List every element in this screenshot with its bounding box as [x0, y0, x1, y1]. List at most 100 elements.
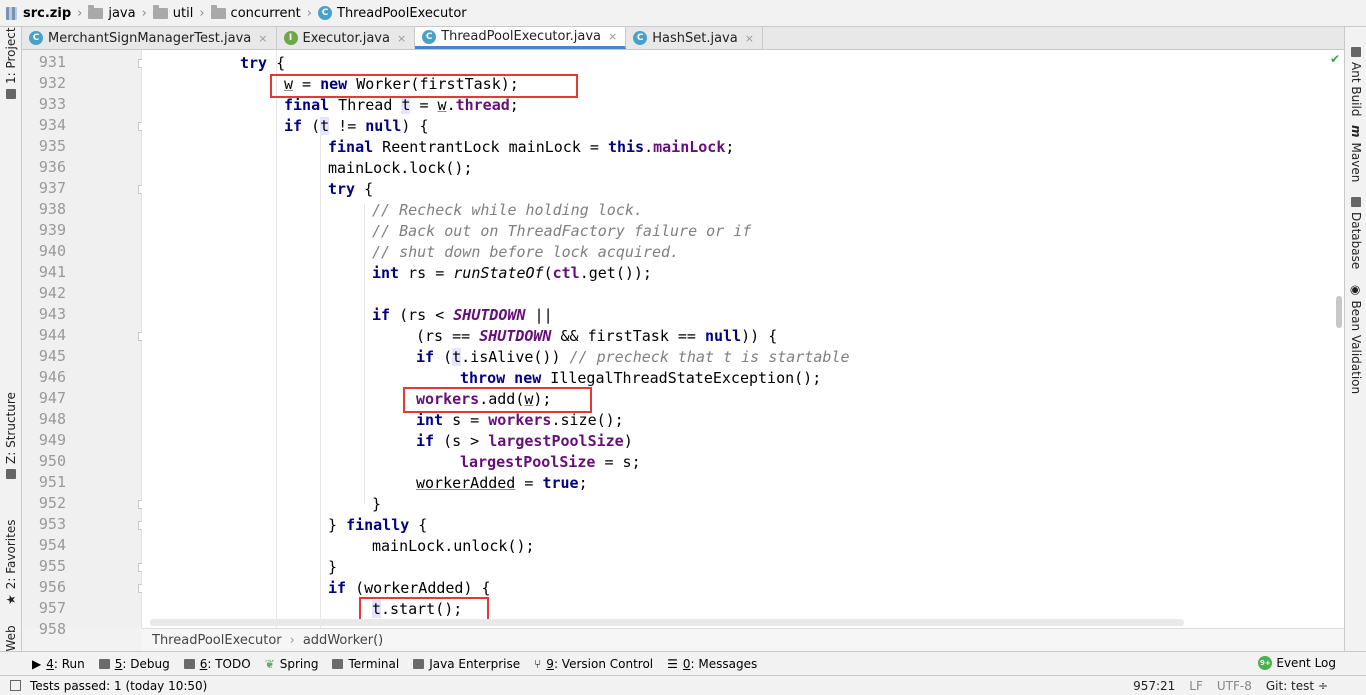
close-icon[interactable]: ×	[745, 32, 754, 45]
nav-crumb-class[interactable]: C ThreadPoolExecutor	[318, 6, 467, 21]
folder-icon	[210, 4, 226, 19]
file-encoding[interactable]: UTF-8	[1217, 679, 1252, 693]
chevron-right-icon: ›	[77, 5, 83, 21]
database-icon	[1351, 197, 1361, 207]
line-number: 949	[38, 431, 66, 449]
left-tool-strip: 1: Project Z: Structure ★2: Favorites ◎W…	[0, 27, 22, 667]
line-number: 938	[38, 200, 66, 218]
line-number: 931	[38, 53, 66, 71]
spring-icon: ❦	[264, 656, 275, 671]
version-control-icon: ⑂	[534, 656, 542, 671]
class-icon: C	[29, 31, 43, 45]
ide-window: src.zip › java › util › concurrent › C Thread…	[0, 0, 1366, 695]
java-enterprise-icon	[413, 658, 425, 669]
code-line-948: int s = workers.size();	[416, 411, 624, 429]
line-number: 955	[38, 557, 66, 575]
code-line-954: mainLock.unlock();	[372, 537, 535, 555]
toolwindow-messages[interactable]: ☰ 0: Messages	[667, 657, 757, 671]
nav-crumb-util[interactable]: util	[152, 4, 193, 21]
line-separator[interactable]: LF	[1189, 679, 1203, 693]
navigation-bar: src.zip › java › util › concurrent › C Thread…	[0, 0, 1366, 27]
toolwindow-run[interactable]: ▶ 4: Run	[32, 657, 85, 671]
code-line-943: if (rs < SHUTDOWN ||	[372, 306, 553, 324]
close-icon[interactable]: ×	[258, 32, 267, 45]
close-icon[interactable]: ×	[608, 30, 617, 43]
line-number: 958	[38, 620, 66, 638]
messages-icon: ☰	[667, 656, 678, 671]
nav-crumb-java[interactable]: java	[88, 4, 136, 21]
tab-hashset[interactable]: C HashSet.java ×	[626, 27, 763, 49]
line-number: 946	[38, 368, 66, 386]
breadcrumb-method[interactable]: addWorker()	[303, 633, 383, 648]
code-line-941: int rs = runStateOf(ctl.get());	[372, 264, 652, 282]
code-line-955: }	[328, 558, 338, 576]
line-number: 948	[38, 410, 66, 428]
line-number: 941	[38, 263, 66, 281]
code-line-933: final Thread t = w.thread;	[284, 96, 519, 114]
nav-crumb-concurrent[interactable]: concurrent	[210, 4, 301, 21]
class-icon: C	[633, 31, 648, 45]
tool-structure[interactable]: Z: Structure	[4, 392, 18, 479]
tab-executor[interactable]: I Executor.java ×	[277, 27, 416, 49]
code-line-952: }	[372, 495, 382, 513]
code-line-936: mainLock.lock();	[328, 159, 473, 177]
line-number: 933	[38, 95, 66, 113]
editor-gutter[interactable]: 931 932 933 934 935 936 937 938 939 940 941 942 943 9…	[22, 50, 147, 638]
structure-icon	[6, 469, 16, 479]
toolwindow-java-enterprise[interactable]: Java Enterprise	[413, 657, 520, 671]
indent-guide	[320, 120, 321, 628]
tool-ant-build[interactable]: Ant Build	[1349, 47, 1363, 116]
git-branch-arrow-icon: ÷	[1317, 678, 1328, 693]
editor-breadcrumb: ThreadPoolExecutor › addWorker()	[142, 628, 1344, 651]
bean-icon: ◉	[1349, 285, 1363, 296]
highlight-box-new-worker	[270, 74, 578, 98]
todo-icon	[183, 658, 195, 669]
code-line-953: } finally {	[328, 516, 428, 534]
vertical-scrollbar-thumb[interactable]	[1336, 296, 1342, 328]
tool-database[interactable]: Database	[1349, 197, 1363, 269]
toolwindow-version-control[interactable]: ⑂ 9: Version Control	[534, 657, 653, 671]
tab-merchantsignmanagertest[interactable]: C MerchantSignManagerTest.java ×	[22, 27, 277, 49]
indent-guide	[364, 204, 365, 504]
star-icon: ★	[4, 594, 18, 605]
toolwindow-spring[interactable]: ❦ Spring	[265, 657, 319, 671]
folder-icon	[152, 4, 168, 19]
line-number: 950	[38, 452, 66, 470]
class-icon: C	[318, 6, 332, 20]
check-icon: ✔	[1330, 52, 1341, 66]
status-message: Tests passed: 1 (today 10:50)	[30, 678, 208, 693]
breadcrumb-class[interactable]: ThreadPoolExecutor	[152, 633, 282, 648]
highlight-box-workers-add	[403, 387, 592, 413]
tool-project[interactable]: 1: Project	[4, 27, 18, 99]
indent-guide	[276, 50, 277, 628]
code-line-944: (rs == SHUTDOWN && firstTask == null)) {	[416, 327, 778, 345]
editor-tabs: C MerchantSignManagerTest.java × I Executor…	[22, 27, 1344, 50]
status-bar: Tests passed: 1 (today 10:50) 957:21 LF …	[0, 675, 1366, 695]
chevron-right-icon: ›	[306, 5, 312, 21]
horizontal-scrollbar[interactable]	[150, 619, 1184, 626]
line-number: 952	[38, 494, 66, 512]
toolwindow-debug[interactable]: 5: Debug	[98, 657, 170, 671]
line-number: 936	[38, 158, 66, 176]
line-number: 939	[38, 221, 66, 239]
caret-position[interactable]: 957:21	[1133, 679, 1175, 693]
tab-threadpoolexecutor[interactable]: C ThreadPoolExecutor.java ×	[415, 27, 627, 49]
chevron-right-icon: ›	[289, 632, 295, 648]
right-tool-strip: Ant Build m Maven Database ◉ Bean Validati…	[1344, 27, 1366, 651]
toolwindow-terminal[interactable]: Terminal	[332, 657, 399, 671]
tool-maven[interactable]: m Maven	[1349, 125, 1363, 182]
code-line-931: try {	[240, 54, 286, 72]
toggle-toolwindows-icon[interactable]	[10, 680, 21, 691]
line-number: 943	[38, 305, 66, 323]
code-editor[interactable]: try { w = new Worker(firstTask); final T…	[142, 50, 1344, 628]
toolwindow-todo[interactable]: 6: TODO	[183, 657, 251, 671]
tool-bean-validation[interactable]: ◉ Bean Validation	[1349, 285, 1363, 394]
nav-crumb-src-zip[interactable]: src.zip	[6, 6, 71, 21]
git-branch[interactable]: Git: test ÷	[1266, 679, 1328, 693]
tool-favorites[interactable]: ★ 2: Favorites	[4, 520, 18, 605]
close-icon[interactable]: ×	[397, 32, 406, 45]
event-log-button[interactable]: 9+ Event Log	[1258, 656, 1336, 670]
line-number: 934	[38, 116, 66, 134]
debug-icon	[98, 658, 110, 669]
code-line-951: workerAdded = true;	[416, 474, 588, 492]
